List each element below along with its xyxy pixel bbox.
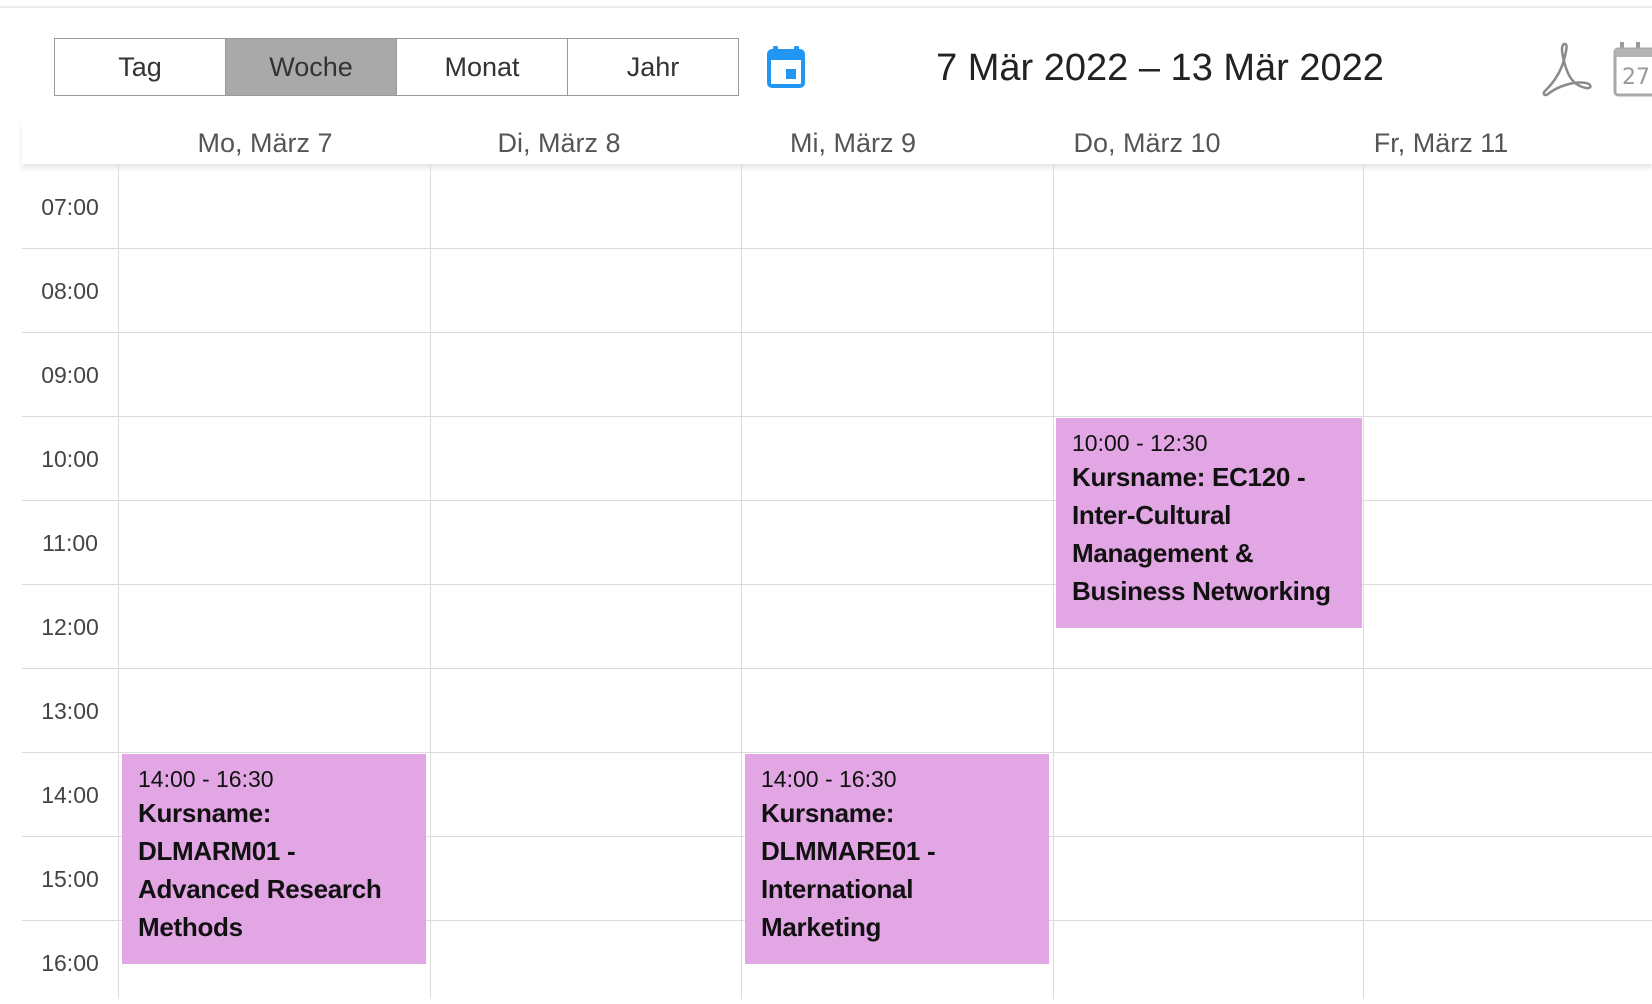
top-divider (0, 6, 1652, 8)
column-divider (118, 164, 119, 999)
event-block[interactable]: 14:00 - 16:30 Kursname: DLMMARE01 - Inte… (745, 754, 1049, 964)
column-divider (1363, 164, 1364, 999)
day-header-wed[interactable]: Mi, März 9 (706, 122, 1000, 164)
event-block[interactable]: 10:00 - 12:30 Kursname: EC120 - Inter-Cu… (1056, 418, 1362, 628)
hour-row[interactable] (22, 500, 1652, 584)
hour-label: 14:00 (41, 782, 99, 808)
event-title: Kursname: EC120 - Inter-Cultural Managem… (1072, 462, 1331, 606)
column-divider (1053, 164, 1054, 999)
view-button-monat[interactable]: Monat (397, 39, 568, 95)
hour-label: 09:00 (41, 362, 99, 388)
hour-row[interactable] (22, 248, 1652, 332)
ical-day-text: 27 (1622, 65, 1650, 90)
date-range-title: 7 Mär 2022 – 13 Mär 2022 (936, 47, 1384, 89)
hour-row[interactable] (22, 164, 1652, 248)
hour-label: 07:00 (41, 194, 99, 220)
hour-label: 16:00 (41, 950, 99, 976)
hour-row[interactable] (22, 332, 1652, 416)
event-title: Kursname: DLMMARE01 - International Mark… (761, 798, 936, 942)
hour-label: 15:00 (41, 866, 99, 892)
hour-label: 13:00 (41, 698, 99, 724)
hour-label: 10:00 (41, 446, 99, 472)
hour-label: 12:00 (41, 614, 99, 640)
pdf-icon[interactable] (1538, 38, 1594, 100)
event-time: 14:00 - 16:30 (138, 766, 274, 792)
view-button-tag[interactable]: Tag (55, 39, 226, 95)
view-button-woche[interactable]: Woche (226, 39, 397, 95)
event-title: Kursname: DLMARM01 - Advanced Research M… (138, 798, 382, 942)
calendar-icon[interactable] (764, 44, 808, 90)
event-block[interactable]: 14:00 - 16:30 Kursname: DLMARM01 - Advan… (122, 754, 426, 964)
hour-label: 11:00 (42, 530, 98, 556)
day-header-thu[interactable]: Do, März 10 (1000, 122, 1294, 164)
view-switcher: Tag Woche Monat Jahr (54, 38, 739, 96)
day-header-mon[interactable]: Mo, März 7 (118, 122, 412, 164)
day-header-row: Mo, März 7 Di, März 8 Mi, März 9 Do, Mär… (22, 122, 1652, 164)
ical-calendar-icon[interactable]: 27 (1612, 40, 1652, 98)
view-button-jahr[interactable]: Jahr (568, 39, 738, 95)
hour-row[interactable] (22, 668, 1652, 752)
event-time: 14:00 - 16:30 (761, 766, 897, 792)
hour-label: 08:00 (41, 278, 99, 304)
day-header-tue[interactable]: Di, März 8 (412, 122, 706, 164)
day-header-fri[interactable]: Fr, März 11 (1294, 122, 1588, 164)
week-grid: 07:00 08:00 09:00 10:00 11:00 12:00 13:0… (22, 164, 1652, 999)
hour-row[interactable] (22, 584, 1652, 668)
hour-row[interactable] (22, 416, 1652, 500)
column-divider (430, 164, 431, 999)
column-divider (741, 164, 742, 999)
event-time: 10:00 - 12:30 (1072, 430, 1208, 456)
